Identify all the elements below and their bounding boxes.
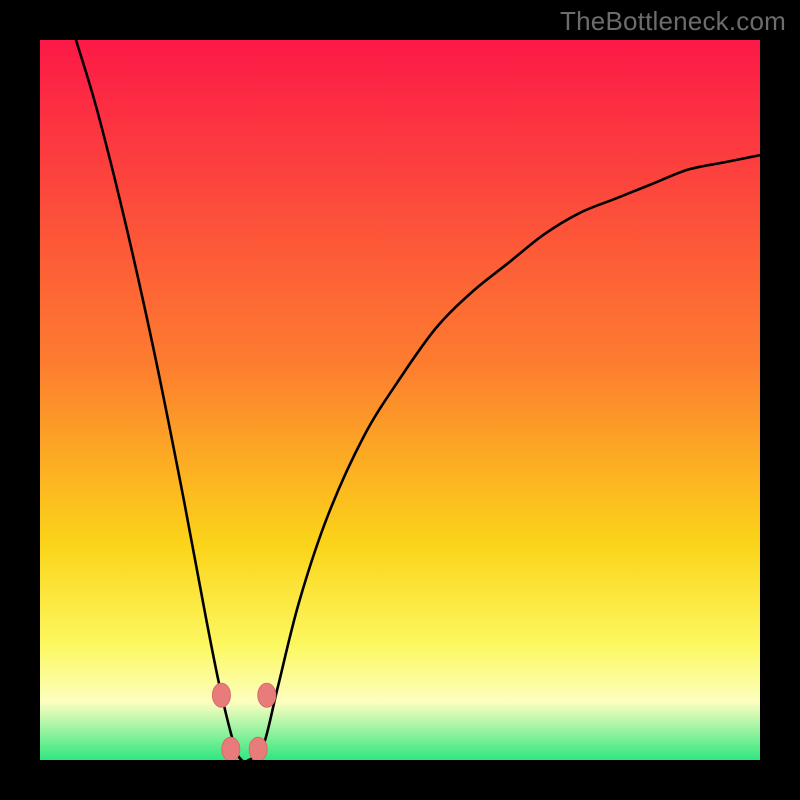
curve-marker <box>222 737 240 760</box>
curve-marker <box>212 683 230 707</box>
curve-marker <box>249 737 267 760</box>
plot-area <box>40 40 760 760</box>
curve-layer <box>40 40 760 760</box>
curve-marker <box>258 683 276 707</box>
watermark-text: TheBottleneck.com <box>560 6 786 37</box>
chart-frame: TheBottleneck.com <box>0 0 800 800</box>
bottleneck-curve <box>76 40 760 760</box>
curve-markers <box>212 683 275 760</box>
